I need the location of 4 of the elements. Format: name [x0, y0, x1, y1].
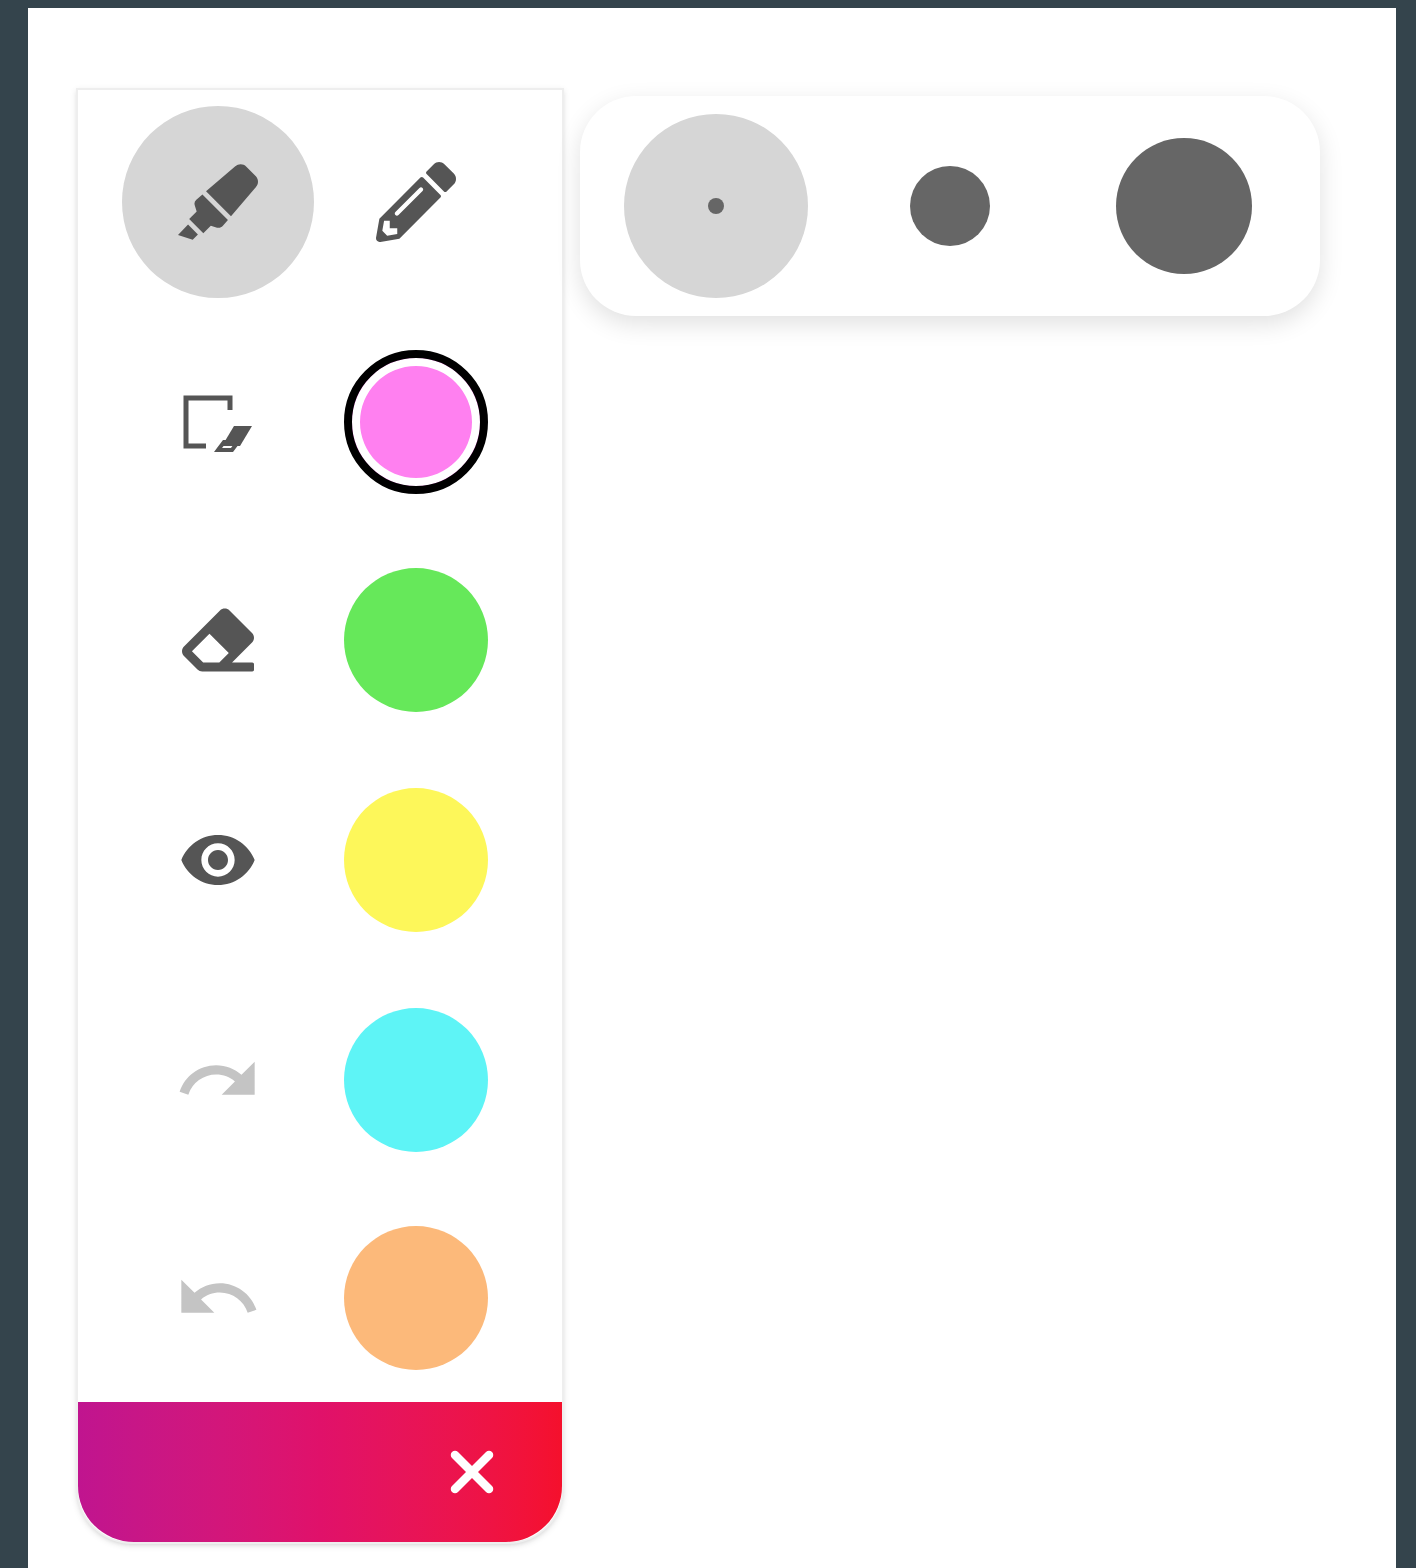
eraser-icon: [182, 604, 254, 677]
highlighter-icon: [178, 162, 258, 242]
pencil-icon: [376, 162, 456, 242]
close-button[interactable]: [78, 1402, 562, 1542]
